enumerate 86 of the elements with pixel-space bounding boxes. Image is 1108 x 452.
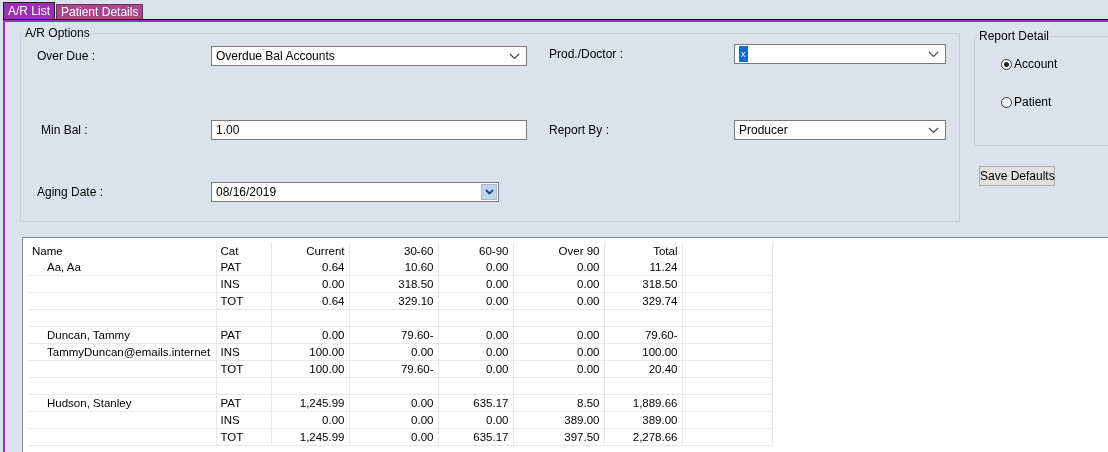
table-cell: 0.64 — [271, 259, 349, 276]
table-cell: 0.00 — [349, 411, 438, 429]
table-cell: 635.17 — [438, 428, 513, 446]
column-header: Total — [604, 242, 682, 259]
table-cell: 20.40 — [604, 360, 682, 378]
table-cell: 8.50 — [513, 394, 604, 412]
table-cell: 10.60 — [349, 259, 438, 276]
table-cell: 0.00 — [438, 411, 513, 429]
table-cell: 0.00 — [271, 326, 349, 344]
table-cell: 0.00 — [349, 428, 438, 446]
table-cell: 389.00 — [513, 411, 604, 429]
field-label: Report By : — [548, 123, 610, 137]
table-cell: 1,245.99 — [271, 428, 349, 446]
table-cell: 0.00 — [438, 360, 513, 378]
table-cell: 0.00 — [513, 259, 604, 276]
table-cell: 635.17 — [438, 394, 513, 412]
field-label: Aging Date : — [36, 185, 104, 199]
save-defaults-button[interactable]: Save Defaults — [979, 166, 1055, 186]
table-cell: 0.00 — [438, 292, 513, 310]
table-cell: 329.10 — [349, 292, 438, 310]
chevron-down-icon — [509, 52, 520, 60]
chevron-down-icon — [928, 126, 939, 134]
table-cell: PAT — [216, 259, 271, 276]
table-cell: 0.00 — [349, 343, 438, 361]
group-title: Report Detail — [978, 29, 1051, 43]
column-header: Current — [271, 242, 349, 259]
table-cell: 100.00 — [271, 360, 349, 378]
table-cell: 100.00 — [271, 343, 349, 361]
table-cell: 389.00 — [604, 411, 682, 429]
field-label: Over Due : — [36, 49, 96, 63]
dropdown[interactable]: Producer — [734, 120, 946, 140]
tab[interactable]: A/R List — [3, 2, 55, 19]
table-cell: 1,245.99 — [271, 394, 349, 412]
column-header: 30-60 — [349, 242, 438, 259]
table-cell: 0.00 — [349, 394, 438, 412]
table-cell: 0.00 — [438, 275, 513, 293]
chevron-down-icon[interactable] — [484, 189, 494, 195]
chevron-down-icon — [928, 50, 939, 58]
table-cell: 397.50 — [513, 428, 604, 446]
table-cell: 318.50 — [349, 275, 438, 293]
table-cell: PAT — [216, 394, 271, 412]
table-cell: 318.50 — [604, 275, 682, 293]
date-picker[interactable]: 08/16/2019 — [211, 182, 499, 202]
table-cell: TammyDuncan@emails.internet — [28, 343, 216, 361]
column-header: Name — [28, 242, 216, 259]
dropdown[interactable]: Overdue Bal Accounts — [211, 46, 527, 66]
table-cell: 0.00 — [438, 343, 513, 361]
table-cell: INS — [216, 275, 271, 293]
table-cell: Aa, Aa — [28, 259, 216, 276]
table-cell: 0.00 — [513, 343, 604, 361]
table-cell: 11.24 — [604, 259, 682, 276]
table-cell: 0.00 — [438, 259, 513, 276]
column-header: Cat — [216, 242, 271, 259]
radio-option[interactable]: Account — [1001, 57, 1108, 71]
table-cell: Duncan, Tammy — [28, 326, 216, 344]
table-cell: TOT — [216, 292, 271, 310]
table-cell: 0.00 — [513, 326, 604, 344]
table-cell: 0.00 — [271, 411, 349, 429]
field-label: Min Bal : — [40, 123, 88, 137]
table-cell: TOT — [216, 428, 271, 446]
table-cell: 0.64 — [271, 292, 349, 310]
table-cell: INS — [216, 343, 271, 361]
table-cell: 1,889.66 — [604, 394, 682, 412]
table-cell: 0.00 — [513, 275, 604, 293]
group-title: A/R Options — [24, 26, 91, 40]
tab[interactable]: Patient Details — [56, 4, 144, 19]
table-cell: 0.00 — [271, 275, 349, 293]
table-cell: INS — [216, 411, 271, 429]
field-label: Prod./Doctor : — [548, 47, 624, 61]
table-cell: 2,278.66 — [604, 428, 682, 446]
table-cell: 0.00 — [513, 360, 604, 378]
table-cell: PAT — [216, 326, 271, 344]
table-cell: 0.00 — [513, 292, 604, 310]
table-cell: 79.60- — [349, 360, 438, 378]
radio-option[interactable]: Patient — [1001, 95, 1108, 109]
table-cell: 79.60- — [349, 326, 438, 344]
table-cell: 0.00 — [438, 326, 513, 344]
column-header: Over 90 — [513, 242, 604, 259]
table-cell: Hudson, Stanley — [28, 394, 216, 412]
table-cell: 329.74 — [604, 292, 682, 310]
table-cell: 100.00 — [604, 343, 682, 361]
table-cell: TOT — [216, 360, 271, 378]
table-cell: 79.60- — [604, 326, 682, 344]
dropdown[interactable]: x — [734, 44, 946, 64]
column-header: 60-90 — [438, 242, 513, 259]
input-field[interactable]: 1.00 — [211, 120, 527, 140]
